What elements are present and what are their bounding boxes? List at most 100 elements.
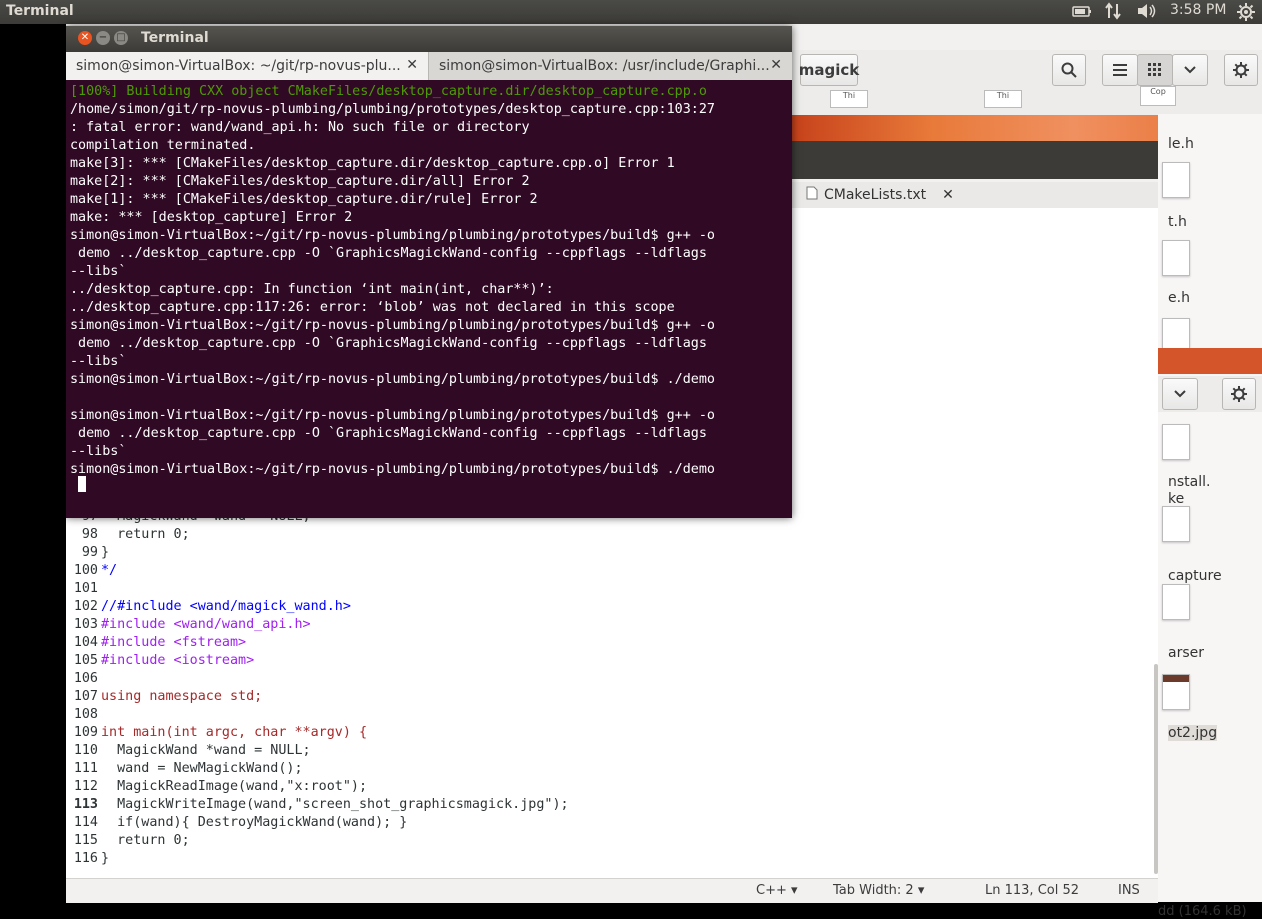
insert-mode: INS	[1118, 883, 1140, 898]
chevron-down-icon[interactable]	[1162, 378, 1198, 410]
close-icon[interactable]: ✕	[78, 31, 92, 45]
thumbnail[interactable]: Thi	[830, 90, 868, 108]
battery-icon[interactable]	[1072, 4, 1092, 22]
image-thumbnail[interactable]	[1162, 674, 1190, 710]
file-list-panel: le.h t.h e.h nstall. ke capture arser ot…	[1158, 114, 1262, 919]
code-editor[interactable]: 97 MagickWand *wand = NULL;98 return 0;9…	[66, 509, 1158, 878]
file-thumbnail[interactable]	[1162, 584, 1190, 620]
code-line: 106	[68, 671, 101, 689]
editor-area-top[interactable]	[792, 208, 1158, 514]
top-panel: Terminal 3:58 PM	[0, 0, 1262, 24]
code-text: MagickWand *wand = NULL;	[101, 743, 311, 758]
code-text: if(wand){ DestroyMagickWand(wand); }	[101, 815, 408, 830]
code-text: return 0;	[101, 527, 190, 542]
terminal-line: ../desktop_capture.cpp: In function ‘int…	[70, 282, 554, 297]
file-label[interactable]: nstall.	[1168, 474, 1210, 490]
line-number: 105	[73, 653, 98, 668]
line-number: 112	[73, 779, 98, 794]
language-selector[interactable]: C++ ▾	[756, 883, 798, 898]
file-thumbnail[interactable]	[1162, 162, 1190, 198]
file-thumbnail[interactable]	[1162, 506, 1190, 542]
document-icon	[806, 186, 818, 204]
code-text: }	[101, 851, 110, 866]
code-line: 109 int main(int argc, char **argv) {	[68, 725, 367, 743]
window-title: Terminal	[141, 30, 209, 46]
line-number: 108	[73, 707, 98, 722]
chevron-down-icon[interactable]	[1172, 54, 1208, 86]
terminal-line: simon@simon-VirtualBox:~/git/rp-novus-pl…	[70, 318, 715, 333]
code-text: //#include <wand/magick_wand.h>	[101, 599, 351, 614]
close-icon[interactable]: ✕	[406, 57, 418, 73]
gedit-tab-bar: CMakeLists.txt ✕	[792, 182, 1162, 208]
second-toolbar	[1158, 376, 1262, 412]
line-number: 102	[73, 599, 98, 614]
file-thumbnail[interactable]	[1162, 240, 1190, 276]
terminal-line: demo ../desktop_capture.cpp -O `Graphics…	[70, 246, 707, 261]
file-label[interactable]: e.h	[1168, 290, 1190, 306]
terminal-line: demo ../desktop_capture.cpp -O `Graphics…	[70, 426, 707, 441]
app-title: Terminal	[6, 3, 74, 19]
gedit-statusbar: C++ ▾ Tab Width: 2 ▾ Ln 113, Col 52 INS	[66, 878, 1158, 903]
terminal-line: make[3]: *** [CMakeFiles/desktop_capture…	[70, 156, 675, 171]
terminal-tab-1[interactable]: simon@simon-VirtualBox: ~/git/rp-novus-p…	[66, 52, 429, 80]
terminal-line: make: *** [desktop_capture] Error 2	[70, 210, 353, 225]
line-number: 103	[73, 617, 98, 632]
code-line: 108	[68, 707, 101, 725]
code-line: 100 */	[68, 563, 117, 581]
terminal-cursor	[78, 476, 86, 492]
line-number: 114	[73, 815, 98, 830]
file-label[interactable]: t.h	[1168, 214, 1187, 230]
thumbnail[interactable]: Cop	[1140, 86, 1176, 106]
file-label[interactable]: capture	[1168, 568, 1222, 584]
code-line: 103 #include <wand/wand_api.h>	[68, 617, 311, 635]
code-line: 98 return 0;	[68, 527, 190, 545]
scrollbar[interactable]	[1154, 664, 1158, 874]
line-number: 111	[73, 761, 98, 776]
search-icon[interactable]	[1052, 54, 1086, 86]
file-label[interactable]: arser	[1168, 645, 1204, 661]
network-icon[interactable]	[1104, 2, 1124, 24]
file-label[interactable]: le.h	[1168, 136, 1194, 152]
terminal-tab-bar: simon@simon-VirtualBox: ~/git/rp-novus-p…	[66, 52, 792, 80]
terminal-line: simon@simon-VirtualBox:~/git/rp-novus-pl…	[70, 372, 715, 387]
line-number: 99	[81, 545, 98, 560]
grid-view-icon[interactable]	[1137, 54, 1173, 86]
thumbnail[interactable]: Thi	[984, 90, 1022, 108]
code-text: return 0;	[101, 833, 190, 848]
code-line: 105 #include <iostream>	[68, 653, 254, 671]
volume-icon[interactable]	[1136, 3, 1158, 23]
terminal-line: simon@simon-VirtualBox:~/git/rp-novus-pl…	[70, 408, 715, 423]
terminal-output[interactable]: [100%] Building CXX object CMakeFiles/de…	[66, 80, 792, 518]
gear-icon[interactable]	[1222, 378, 1256, 410]
search-term-button[interactable]: magick	[799, 54, 859, 86]
line-number: 109	[73, 725, 98, 740]
terminal-tab-2[interactable]: simon@simon-VirtualBox: /usr/include/Gra…	[429, 52, 792, 80]
terminal-line: make[2]: *** [CMakeFiles/desktop_capture…	[70, 174, 530, 189]
file-label-selected[interactable]: ot2.jpg	[1168, 725, 1218, 741]
maximize-icon[interactable]: □	[114, 31, 128, 45]
clock[interactable]: 3:58 PM	[1170, 2, 1226, 18]
code-line: 113 MagickWriteImage(wand,"screen_shot_g…	[68, 797, 569, 815]
terminal-line: ../desktop_capture.cpp:117:26: error: ‘b…	[70, 300, 675, 315]
minimize-icon[interactable]: −	[96, 31, 110, 45]
tab-label: simon@simon-VirtualBox: ~/git/rp-novus-p…	[76, 58, 401, 74]
settings-icon[interactable]	[1237, 3, 1255, 25]
tab-cmakelists[interactable]: CMakeLists.txt ✕	[800, 182, 960, 208]
file-manager-status: dd (164.6 kB)	[1158, 904, 1247, 919]
code-text: using namespace std;	[101, 689, 263, 704]
code-text: MagickReadImage(wand,"x:root");	[101, 779, 368, 794]
code-text: #include <iostream>	[101, 653, 255, 668]
file-label[interactable]: ke	[1168, 491, 1184, 507]
tab-width-selector[interactable]: Tab Width: 2 ▾	[833, 883, 924, 898]
code-text: wand = NewMagickWand();	[101, 761, 303, 776]
terminal-line: simon@simon-VirtualBox:~/git/rp-novus-pl…	[70, 228, 715, 243]
gear-icon[interactable]	[1224, 54, 1258, 86]
close-icon[interactable]: ✕	[770, 57, 782, 73]
code-text: #include <fstream>	[101, 635, 247, 650]
line-number: 98	[81, 527, 98, 542]
tab-label: simon@simon-VirtualBox: /usr/include/Gra…	[439, 58, 770, 74]
list-view-icon[interactable]	[1102, 54, 1138, 86]
terminal-titlebar[interactable]: ✕ − □ Terminal	[66, 26, 792, 52]
close-icon[interactable]: ✕	[942, 187, 954, 203]
file-thumbnail[interactable]	[1162, 424, 1190, 460]
